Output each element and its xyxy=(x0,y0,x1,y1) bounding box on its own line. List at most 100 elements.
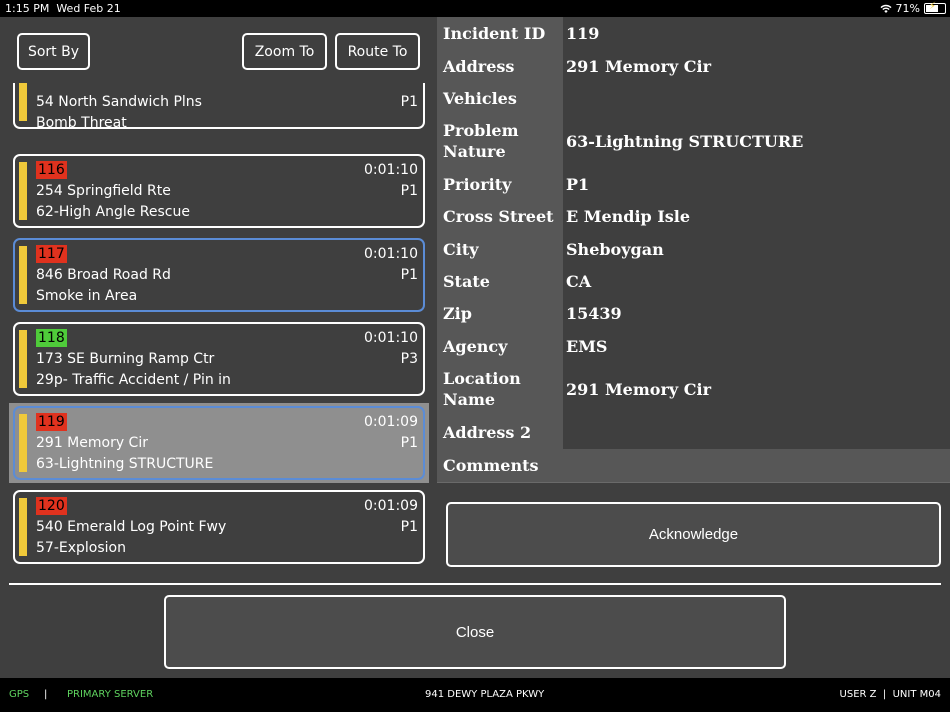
detail-row: Comments xyxy=(437,449,950,483)
incident-id-badge: 117 xyxy=(36,245,67,263)
incident-id-badge: 120 xyxy=(36,497,67,515)
incident-card[interactable]: 119 0:01:09 291 Memory Cir P1 63-Lightni… xyxy=(13,406,425,480)
status-bar: 1:15 PM Wed Feb 21 71% ⚡ xyxy=(0,0,950,17)
footer-separator: | xyxy=(44,689,48,700)
incident-problem: 57-Explosion xyxy=(36,540,126,556)
incident-address: 173 SE Burning Ramp Ctr xyxy=(36,351,215,367)
incident-id-badge: 116 xyxy=(36,161,67,179)
detail-label: Agency xyxy=(437,330,563,362)
unit-label: UNIT M04 xyxy=(892,689,941,700)
priority-bar xyxy=(19,246,27,304)
detail-label: Comments xyxy=(437,449,563,482)
detail-value: 63-Lightning STRUCTURE xyxy=(563,114,950,168)
priority-bar xyxy=(19,162,27,220)
detail-label: Location Name xyxy=(437,362,563,416)
detail-value: 119 xyxy=(563,17,950,50)
detail-row: State CA xyxy=(437,265,950,298)
priority-bar xyxy=(19,83,27,121)
detail-row: Agency EMS xyxy=(437,330,950,363)
incident-id-badge: 118 xyxy=(36,329,67,347)
status-time: 1:15 PM Wed Feb 21 xyxy=(5,2,121,15)
gps-status: GPS xyxy=(9,689,30,700)
detail-row: Cross Street E Mendip Isle xyxy=(437,200,950,234)
wifi-icon xyxy=(880,4,892,13)
detail-value: 291 Memory Cir xyxy=(563,362,950,416)
current-location: 941 DEWY PLAZA PKWY xyxy=(425,689,545,700)
detail-row: Location Name 291 Memory Cir xyxy=(437,362,950,417)
detail-label: Priority xyxy=(437,168,563,200)
route-to-button[interactable]: Route To xyxy=(335,33,420,70)
incident-card[interactable]: 118 0:01:10 173 SE Burning Ramp Ctr P3 2… xyxy=(13,322,425,396)
elapsed-time: 0:01:10 xyxy=(364,246,418,262)
detail-label: Vehicles xyxy=(437,82,563,114)
incident-id-badge: 119 xyxy=(36,413,67,431)
detail-row: Vehicles xyxy=(437,82,950,115)
comments-text: ... ... ... ... ... ... ... ... ... xyxy=(437,489,950,492)
elapsed-time: 0:01:09 xyxy=(364,498,418,514)
detail-label: Address xyxy=(437,50,563,82)
acknowledge-button[interactable]: Acknowledge xyxy=(446,502,941,567)
incident-card[interactable]: 120 0:01:09 540 Emerald Log Point Fwy P1… xyxy=(13,490,425,564)
battery-percent: 71% xyxy=(895,2,920,15)
incident-priority: P1 xyxy=(400,519,418,535)
elapsed-time: 0:01:10 xyxy=(364,330,418,346)
incident-problem: Bomb Threat xyxy=(36,115,127,131)
battery-icon: ⚡ xyxy=(924,1,946,14)
incident-priority: P1 xyxy=(400,183,418,199)
detail-row: City Sheboygan xyxy=(437,233,950,266)
incident-problem: 62-High Angle Rescue xyxy=(36,204,190,220)
detail-label: Incident ID xyxy=(437,17,563,50)
incident-card[interactable]: 54 North Sandwich Plns P1 Bomb Threat xyxy=(13,83,425,131)
priority-bar xyxy=(19,498,27,556)
sort-by-button[interactable]: Sort By xyxy=(17,33,90,70)
detail-row: Incident ID 119 xyxy=(437,17,950,51)
incident-priority: P1 xyxy=(400,435,418,451)
detail-row: Address 291 Memory Cir xyxy=(437,50,950,83)
detail-row: Problem Nature 63-Lightning STRUCTURE xyxy=(437,114,950,169)
server-status: PRIMARY SERVER xyxy=(67,689,154,700)
detail-label: Zip xyxy=(437,297,563,330)
incident-address: 54 North Sandwich Plns xyxy=(36,94,202,110)
incident-problem: 29p- Traffic Accident / Pin in xyxy=(36,372,231,388)
incident-address: 846 Broad Road Rd xyxy=(36,267,171,283)
incident-card[interactable]: 116 0:01:10 254 Springfield Rte P1 62-Hi… xyxy=(13,154,425,228)
detail-label: State xyxy=(437,265,563,297)
detail-value: P1 xyxy=(563,168,950,200)
detail-row: Zip 15439 xyxy=(437,297,950,331)
incident-priority: P1 xyxy=(400,267,418,283)
elapsed-time: 0:01:10 xyxy=(364,162,418,178)
detail-label: Cross Street xyxy=(437,200,563,233)
detail-label: Address 2 xyxy=(437,416,563,449)
detail-value: 291 Memory Cir xyxy=(563,50,950,82)
status-footer: GPS | PRIMARY SERVER 941 DEWY PLAZA PKWY… xyxy=(0,678,950,712)
incident-address: 540 Emerald Log Point Fwy xyxy=(36,519,227,535)
detail-value xyxy=(563,82,950,114)
incident-address: 254 Springfield Rte xyxy=(36,183,171,199)
user-label: USER Z xyxy=(839,689,877,700)
detail-value xyxy=(563,449,950,482)
incident-priority: P3 xyxy=(400,351,418,367)
detail-value: 15439 xyxy=(563,297,950,330)
detail-value: CA xyxy=(563,265,950,297)
detail-label: City xyxy=(437,233,563,265)
detail-row: Address 2 xyxy=(437,416,950,450)
divider xyxy=(9,583,941,585)
detail-value: E Mendip Isle xyxy=(563,200,950,233)
elapsed-time: 0:01:09 xyxy=(364,414,418,430)
zoom-to-button[interactable]: Zoom To xyxy=(242,33,327,70)
incident-address: 291 Memory Cir xyxy=(36,435,148,451)
incident-detail-table[interactable]: Incident ID 119 Address 291 Memory Cir Veh… xyxy=(437,17,950,492)
incident-problem: 63-Lightning STRUCTURE xyxy=(36,456,214,472)
priority-bar xyxy=(19,330,27,388)
user-unit: USER Z | UNIT M04 xyxy=(839,689,941,700)
incident-list[interactable]: 54 North Sandwich Plns P1 Bomb Threat 11… xyxy=(9,83,429,568)
incident-card[interactable]: 117 0:01:10 846 Broad Road Rd P1 Smoke i… xyxy=(13,238,425,312)
close-button[interactable]: Close xyxy=(164,595,786,669)
detail-value: Sheboygan xyxy=(563,233,950,265)
detail-value: EMS xyxy=(563,330,950,362)
incident-problem: Smoke in Area xyxy=(36,288,138,304)
priority-bar xyxy=(19,414,27,472)
incident-priority: P1 xyxy=(400,94,418,110)
detail-label: Problem Nature xyxy=(437,114,563,168)
detail-value xyxy=(563,416,950,449)
